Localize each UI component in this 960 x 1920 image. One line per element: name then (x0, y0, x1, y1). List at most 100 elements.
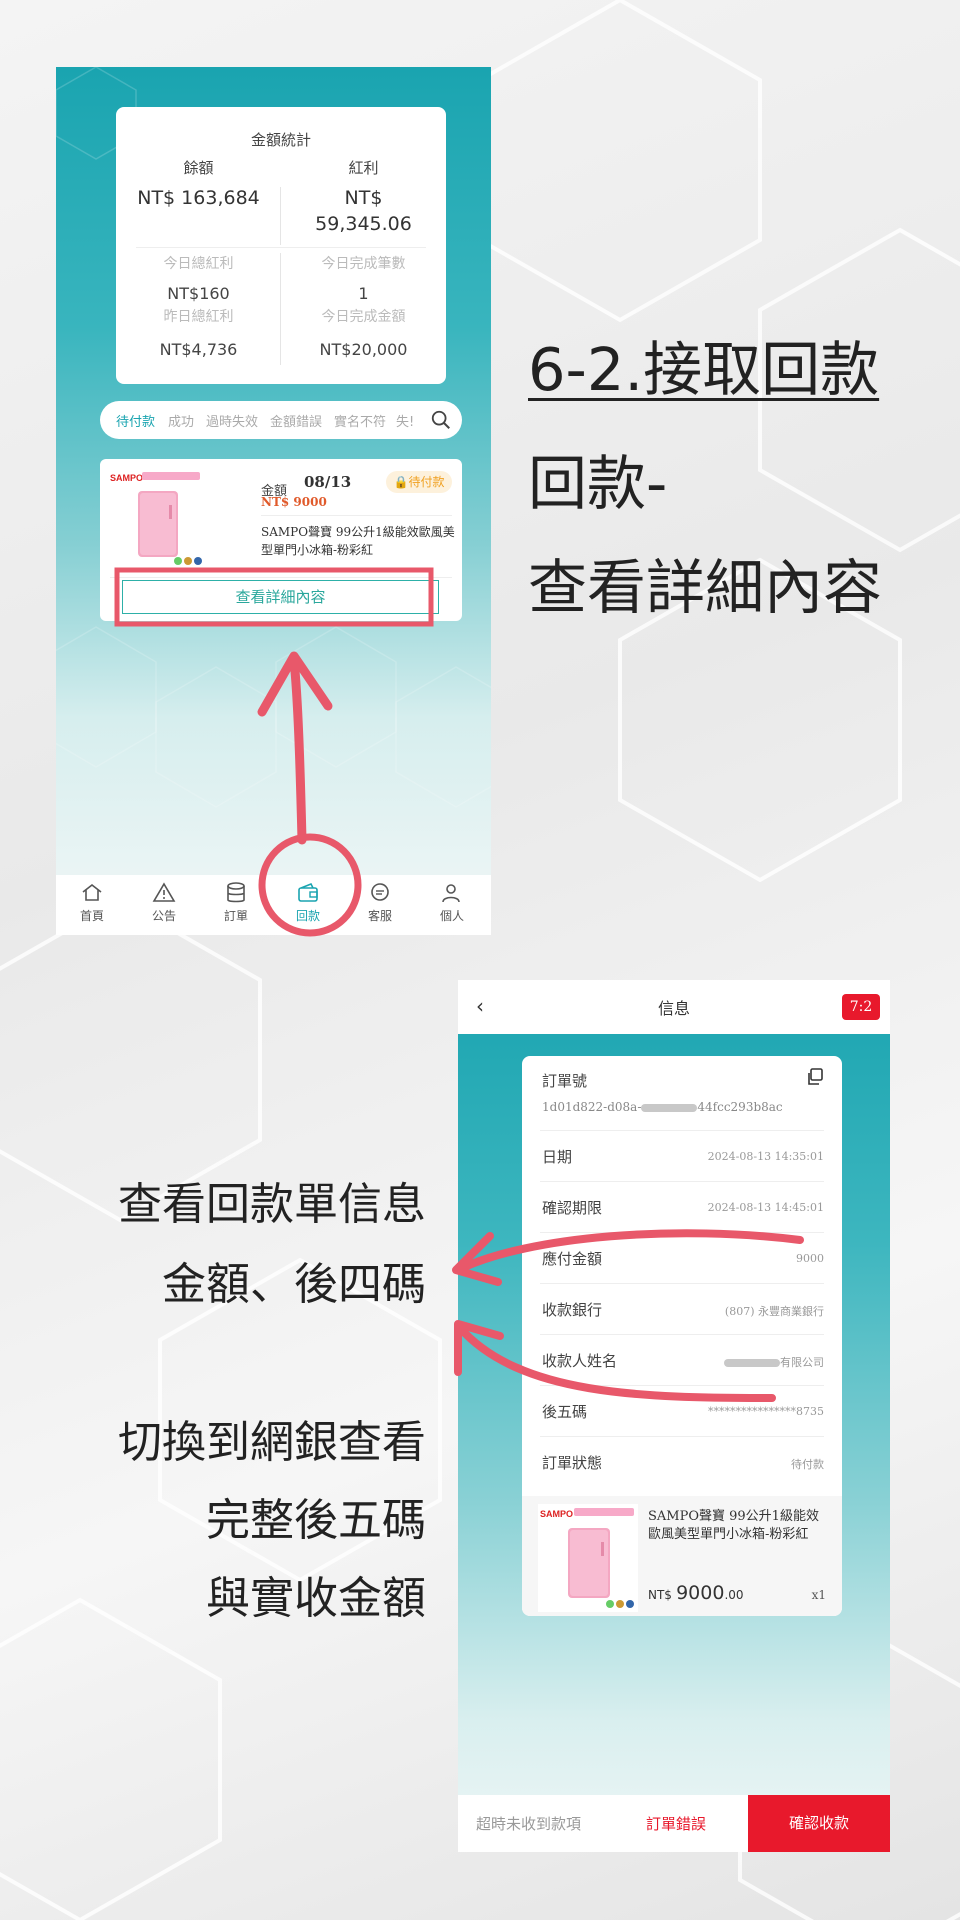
order-status-tabs: 待付款 成功 過時失效 金額錯誤 實名不符 失! (100, 401, 462, 439)
price-main: 9000 (676, 1582, 725, 1604)
brand-logo: SAMPO (540, 1509, 573, 1519)
user-icon (442, 884, 460, 903)
fridge-product-image: SAMPO (538, 1504, 638, 1612)
phone-screen-1: 金額統計 餘額 紅利 NT$ 163,684 NT$ 59,345.06 今日總… (56, 67, 491, 935)
nav-home[interactable]: 首頁 (56, 881, 128, 924)
order-date: 08/13 (304, 473, 352, 491)
order-number: 1d01d822-d08a- 44fcc293b8ac (542, 1100, 783, 1114)
tab-amount-error[interactable]: 金額錯誤 (270, 411, 322, 430)
balance-value: NT$ 163,684 (137, 187, 260, 209)
nav-profile-label: 個人 (439, 909, 464, 923)
tab-expired[interactable]: 過時失效 (206, 411, 258, 430)
row-divider (540, 1181, 824, 1182)
order-no-label: 訂單號 (542, 1072, 588, 1090)
order-status-label: 訂單狀態 (542, 1454, 603, 1472)
page-title: 信息 (657, 999, 690, 1018)
last-five-label: 後五碼 (542, 1403, 588, 1421)
today-bonus-value: NT$160 (167, 284, 230, 303)
today-bonus-label: 今日總紅利 (163, 256, 234, 272)
row-divider (540, 1385, 824, 1386)
order-number-redaction (641, 1103, 698, 1112)
nav-announcement-label: 公告 (151, 909, 176, 923)
receiving-bank-value: (807) 永豐商業銀行 (724, 1305, 824, 1318)
fridge-product-image: SAMPO (110, 472, 202, 565)
section-title: 6-2.接取回款 (528, 335, 880, 404)
card-divider (261, 515, 452, 516)
payable-amount-label: 應付金額 (542, 1250, 603, 1268)
tab-pending[interactable]: 待付款 (116, 411, 155, 430)
nav-home-label: 首頁 (79, 909, 104, 923)
order-info-card: 訂單號 1d01d822-d08a- 44fcc293b8ac 日期 2024-0… (522, 1056, 842, 1616)
row-divider (540, 1130, 824, 1131)
note2-line3: 與實收金額 (206, 1573, 426, 1624)
phone-screen-2: ‹ 信息 7:2 訂單號 1d01d822-d08a- 44fcc293b8ac … (458, 980, 890, 1852)
bonus-label: 紅利 (348, 159, 379, 177)
order-error-button[interactable]: 訂單錯誤 (646, 1813, 706, 1834)
nav-orders[interactable]: 訂單 (200, 881, 272, 924)
product-item: SAMPO SAMPO聲寶 99公升1級能效歐風美型單門小冰箱-粉彩紅 NT$ … (522, 1496, 842, 1616)
view-details-button[interactable]: 查看詳細內容 (122, 580, 439, 614)
stats-title: 金額統計 (250, 131, 311, 149)
nav-support-label: 客服 (367, 909, 392, 923)
payee-name-value: 有限公司 (724, 1354, 824, 1370)
tab-name-mismatch[interactable]: 實名不符 (334, 411, 386, 430)
database-icon (227, 882, 245, 903)
annotation-line-2: 回款- (528, 449, 668, 518)
tab-success[interactable]: 成功 (168, 411, 194, 430)
payee-name-text: 有限公司 (780, 1356, 824, 1369)
note2-line1: 切換到網銀查看 (118, 1417, 426, 1468)
brand-logo: SAMPO (110, 473, 143, 483)
today-amount-label: 今日完成金額 (321, 309, 406, 325)
payee-name-label: 收款人姓名 (542, 1352, 618, 1370)
today-count-label: 今日完成筆數 (321, 256, 406, 272)
stats-divider-bottom (280, 253, 281, 365)
nav-profile[interactable]: 個人 (416, 881, 488, 924)
note2-line2: 完整後五碼 (206, 1495, 426, 1546)
note1-line1: 查看回款單信息 (118, 1179, 426, 1230)
nav-payback[interactable]: 回款 (272, 881, 344, 924)
date-label: 日期 (542, 1148, 573, 1166)
date-value: 2024-08-13 14:35:01 (707, 1150, 824, 1163)
receiving-bank-label: 收款銀行 (542, 1301, 603, 1319)
today-amount-value: NT$20,000 (319, 340, 408, 359)
button-divider (110, 577, 452, 578)
price-decimal: .00 (724, 1588, 744, 1602)
price-currency: NT$ (648, 1588, 672, 1602)
row-divider (540, 1232, 824, 1233)
bonus-value-currency: NT$ (344, 187, 383, 209)
order-number-prefix: 1d01d822-d08a- (542, 1100, 642, 1114)
search-icon[interactable] (430, 409, 452, 431)
bottom-nav: 首頁 公告 訂單 回款 客服 個人 (56, 875, 491, 935)
alert-icon (152, 882, 176, 902)
nav-orders-label: 訂單 (223, 909, 248, 923)
order-status-value: 待付款 (791, 1458, 824, 1471)
status-badge-text: 待付款 (408, 475, 445, 489)
confirm-receipt-button[interactable]: 確認收款 (748, 1795, 890, 1852)
wallet-icon (298, 882, 318, 902)
order-card[interactable]: SAMPO 金額 08/13 NT$ 9000 🔒待付款 SAMPO聲寶 99公… (100, 459, 462, 621)
annotation-line-3: 查看詳細內容 (528, 553, 883, 622)
nav-support[interactable]: 客服 (344, 881, 416, 924)
deadline-label: 確認期限 (542, 1199, 603, 1217)
yesterday-bonus-value: NT$4,736 (159, 340, 238, 359)
balance-label: 餘額 (183, 159, 214, 177)
timeout-not-received-button[interactable]: 超時未收到款項 (476, 1813, 581, 1834)
lock-icon: 🔒 (393, 475, 409, 489)
amount-stats-card: 金額統計 餘額 紅利 NT$ 163,684 NT$ 59,345.06 今日總… (116, 107, 446, 384)
tab-failed[interactable]: 失! (396, 411, 414, 430)
row-divider (540, 1283, 824, 1284)
product-quantity: x1 (811, 1588, 826, 1602)
today-count-value: 1 (358, 284, 369, 303)
bonus-value: 59,345.06 (315, 213, 412, 235)
deadline-value: 2024-08-13 14:45:01 (707, 1201, 824, 1214)
yesterday-bonus-label: 昨日總紅利 (163, 309, 234, 325)
home-icon (82, 883, 102, 901)
countdown-timer: 7:2 (842, 994, 880, 1020)
action-footer: 超時未收到款項 訂單錯誤 確認收款 (458, 1795, 890, 1852)
copy-icon[interactable] (806, 1068, 824, 1086)
product-name: SAMPO聲寶 99公升1級能效歐風美型單門小冰箱-粉彩紅 (648, 1509, 819, 1542)
status-badge: 🔒待付款 (386, 471, 452, 493)
product-name: SAMPO聲寶 99公升1級能效歐風美型單門小冰箱-粉彩紅 (261, 525, 455, 557)
row-divider (540, 1436, 824, 1437)
nav-announcement[interactable]: 公告 (128, 881, 200, 924)
